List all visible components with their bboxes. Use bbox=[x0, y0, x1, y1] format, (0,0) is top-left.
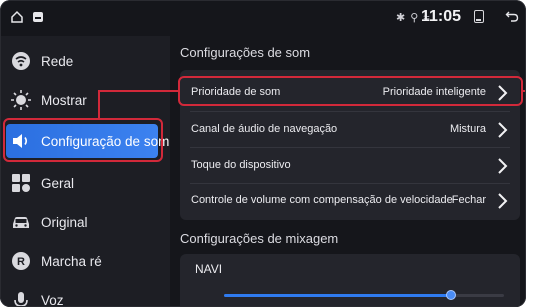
row-controle-volume-velocidade[interactable]: Controle de volume com compensação de ve… bbox=[180, 182, 520, 219]
microphone-icon bbox=[14, 292, 28, 307]
navi-volume-slider[interactable] bbox=[224, 290, 504, 300]
chevron-right-icon bbox=[498, 158, 508, 174]
back-icon[interactable] bbox=[505, 9, 519, 23]
sidebar-item-label: Mostrar bbox=[41, 92, 87, 108]
grid-icon bbox=[12, 174, 30, 192]
clock: 11:05 bbox=[421, 8, 462, 25]
sidebar-item-voz[interactable]: Voz bbox=[0, 280, 170, 307]
sidebar-item-label: Voz bbox=[41, 292, 64, 307]
brightness-icon bbox=[11, 90, 31, 110]
sidebar-item-marcha-re[interactable]: R Marcha ré bbox=[0, 241, 170, 281]
status-bar: ✱ ⚲ ≈ 11:05 bbox=[0, 0, 526, 36]
car-icon bbox=[13, 217, 29, 228]
sidebar-item-geral[interactable]: Geral bbox=[0, 163, 170, 203]
svg-text:R: R bbox=[17, 256, 25, 268]
mix-settings-panel: NAVI bbox=[180, 254, 520, 307]
home-icon[interactable] bbox=[10, 10, 24, 24]
mix-settings-title: Configurações de mixagem bbox=[180, 231, 339, 246]
navi-slider-thumb[interactable] bbox=[446, 290, 456, 300]
row-value: Fechar bbox=[451, 194, 486, 206]
sidebar-item-mostrar[interactable]: Mostrar bbox=[0, 80, 170, 120]
highlight-row-outline bbox=[178, 76, 523, 106]
sidebar-item-label: Rede bbox=[41, 53, 74, 69]
sidebar-item-label: Marcha ré bbox=[41, 253, 102, 269]
gallery-icon bbox=[33, 12, 43, 22]
sidebar-item-label: Geral bbox=[41, 175, 75, 191]
chevron-right-icon bbox=[498, 193, 508, 209]
network-icon bbox=[12, 52, 30, 70]
highlight-sidebar-outline bbox=[3, 118, 163, 162]
highlight-connector bbox=[98, 92, 100, 119]
row-value: Mistura bbox=[449, 123, 486, 135]
chevron-right-icon bbox=[498, 122, 508, 138]
sound-settings-title: Configurações de som bbox=[180, 45, 311, 60]
reverse-icon: R bbox=[12, 252, 30, 270]
settings-screen: ✱ ⚲ ≈ 11:05 Rede Mostrar Configuração de… bbox=[0, 0, 526, 307]
highlight-connector bbox=[98, 90, 180, 92]
row-label: Canal de áudio de navegação bbox=[191, 123, 338, 135]
row-label: Toque do dispositivo bbox=[191, 159, 291, 171]
row-canal-audio-navegacao[interactable]: Canal de áudio de navegação Mistura bbox=[180, 111, 520, 148]
phone-icon[interactable] bbox=[474, 10, 484, 23]
row-label: Controle de volume com compensação de ve… bbox=[191, 194, 453, 206]
settings-sidebar: Rede Mostrar Configuração de som Geral O… bbox=[0, 36, 170, 307]
sidebar-item-label: Original bbox=[41, 214, 88, 230]
sidebar-item-rede[interactable]: Rede bbox=[0, 41, 170, 81]
sidebar-item-original[interactable]: Original bbox=[0, 202, 170, 242]
row-toque-do-dispositivo[interactable]: Toque do dispositivo bbox=[180, 147, 520, 184]
navi-slider-fill bbox=[224, 294, 451, 297]
highlight-connector bbox=[522, 90, 526, 92]
navi-label: NAVI bbox=[195, 262, 223, 276]
